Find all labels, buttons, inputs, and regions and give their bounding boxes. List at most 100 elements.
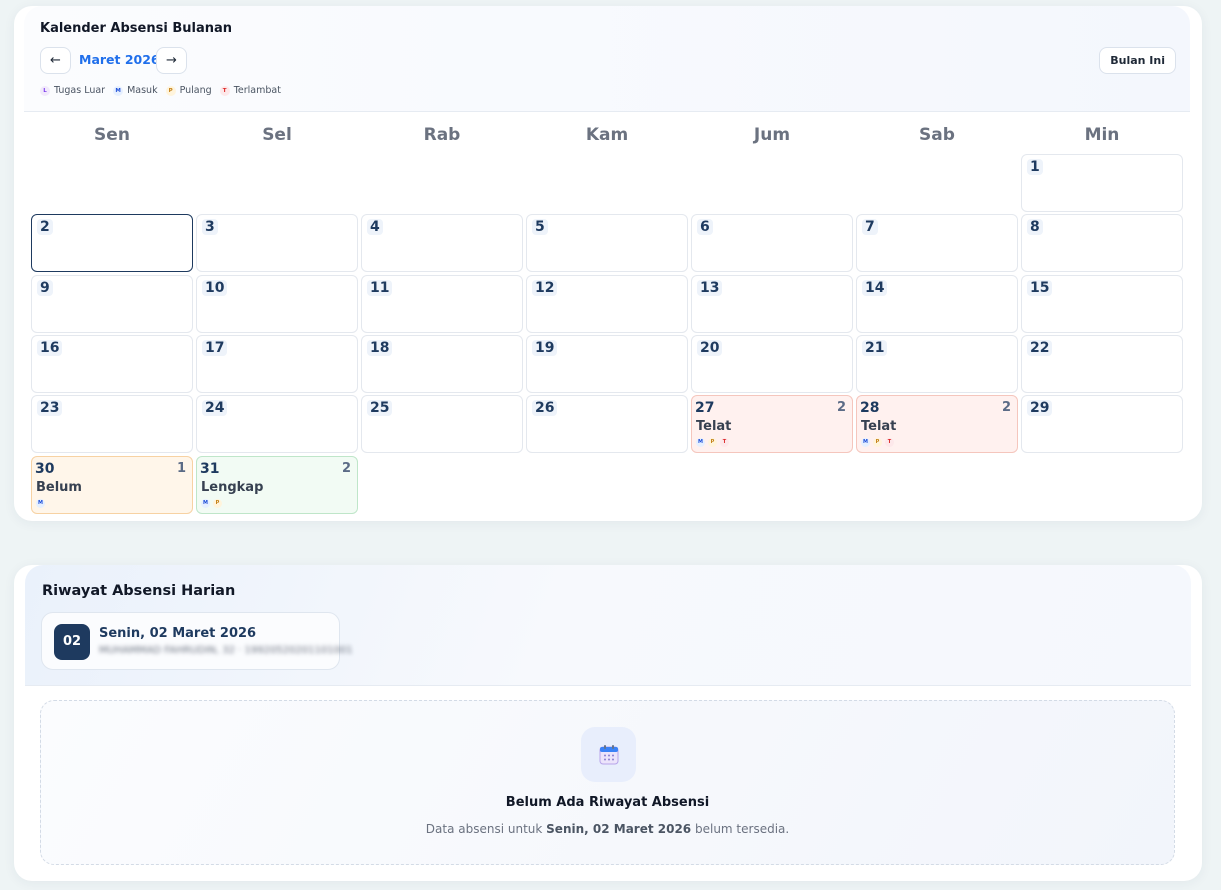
calendar-day-30[interactable]: 30 1 Belum M — [31, 455, 193, 514]
calendar-day-14[interactable]: 14 — [856, 274, 1018, 333]
day-number: 9 — [37, 279, 53, 296]
day-number: 27 — [695, 400, 715, 417]
calendar-day-11[interactable]: 11 — [361, 274, 523, 333]
weekday-sel: Sel — [262, 125, 292, 145]
calendar-day-13[interactable]: 13 — [691, 274, 853, 333]
legend-dot: M — [113, 85, 124, 96]
calendar-day-4[interactable]: 4 — [361, 214, 523, 273]
day-number: 3 — [202, 219, 218, 236]
calendar-card: Kalender Absensi Bulanan ← Maret 2026 → … — [14, 6, 1202, 521]
attendance-count: 2 — [341, 460, 351, 476]
marker-t: T — [885, 438, 894, 448]
weekday-sen: Sen — [94, 125, 130, 145]
day-number: 24 — [202, 400, 228, 417]
marker-p: P — [708, 438, 717, 448]
calendar-day-7[interactable]: 7 — [856, 214, 1018, 273]
calendar-day-28[interactable]: 28 2 Telat M P T — [856, 395, 1018, 454]
marker-m: M — [696, 438, 705, 448]
calendar-day-2[interactable]: 2 — [31, 214, 193, 273]
attendance-markers: M — [36, 498, 45, 508]
empty-state-title: Belum Ada Riwayat Absensi — [505, 795, 710, 810]
empty-state-description: Data absensi untuk Senin, 02 Maret 2026 … — [41, 822, 1174, 836]
calendar-day-25[interactable]: 25 — [361, 395, 523, 454]
day-number: 19 — [532, 339, 558, 356]
calendar-day-15[interactable]: 15 — [1021, 274, 1183, 333]
day-number: 7 — [862, 219, 878, 236]
history-title: Riwayat Absensi Harian — [42, 583, 236, 599]
day-status: Belum — [36, 479, 82, 495]
calendar-day-26[interactable]: 26 — [526, 395, 688, 454]
calendar-day-18[interactable]: 18 — [361, 334, 523, 393]
day-status: Lengkap — [201, 479, 264, 495]
attendance-markers: MP — [201, 498, 222, 508]
calendar-day-31[interactable]: 31 2 Lengkap M P — [196, 455, 358, 514]
day-number: 28 — [860, 400, 880, 417]
calendar-day-8[interactable]: 8 — [1021, 214, 1183, 273]
day-number: 20 — [697, 339, 723, 356]
legend-label: Tugas Luar — [54, 85, 106, 96]
calendar-day-3[interactable]: 3 — [196, 214, 358, 273]
month-label: Maret 2026 — [79, 52, 160, 67]
day-number: 1 — [1027, 159, 1043, 175]
empty-state: Belum Ada Riwayat Absensi Data absensi u… — [40, 700, 1175, 865]
day-number: 26 — [532, 400, 558, 417]
day-number: 5 — [532, 219, 548, 236]
calendar-day-27[interactable]: 27 2 Telat M P T — [691, 395, 853, 454]
day-number: 2 — [37, 219, 53, 236]
calendar-day-9[interactable]: 9 — [31, 274, 193, 333]
next-month-button[interactable]: → — [156, 47, 187, 74]
legend-item-pulang: P Pulang — [165, 85, 212, 96]
calendar-day-12[interactable]: 12 — [526, 274, 688, 333]
calendar-day-29[interactable]: 29 — [1021, 395, 1183, 454]
legend-dot: L — [40, 85, 50, 96]
legend-item-tugas-luar: L Tugas Luar — [40, 85, 105, 96]
calendar-day-16[interactable]: 16 — [31, 334, 193, 393]
attendance-count: 2 — [1001, 400, 1011, 416]
day-status: Telat — [861, 419, 897, 435]
legend-item-terlambat: T Terlambat — [219, 85, 281, 96]
day-number: 23 — [37, 400, 63, 417]
calendar-day-10[interactable]: 10 — [196, 274, 358, 333]
calendar-header: Kalender Absensi Bulanan ← Maret 2026 → … — [24, 6, 1190, 112]
employee-info: MUHAMMAD FAHRUDIN, 32 · 1992052020110100… — [99, 645, 353, 656]
day-number: 25 — [367, 400, 393, 417]
day-number: 14 — [862, 279, 888, 296]
calendar-day-21[interactable]: 21 — [856, 334, 1018, 393]
calendar-day-19[interactable]: 19 — [526, 334, 688, 393]
selected-date-label: Senin, 02 Maret 2026 — [99, 626, 257, 641]
calendar-day-20[interactable]: 20 — [691, 334, 853, 393]
current-month-button[interactable]: Bulan Ini — [1099, 47, 1176, 74]
empty-desc-after: belum tersedia. — [691, 822, 790, 836]
weekday-jum: Jum — [753, 125, 791, 145]
legend-label: Pulang — [179, 85, 212, 96]
attendance-count: 2 — [836, 400, 846, 416]
calendar-day-5[interactable]: 5 — [526, 214, 688, 273]
day-number: 16 — [37, 339, 63, 356]
history-card: Riwayat Absensi Harian 02 Senin, 02 Mare… — [14, 565, 1202, 881]
legend-dot: T — [219, 85, 230, 96]
weekday-sab: Sab — [919, 125, 955, 145]
attendance-markers: MPT — [696, 438, 729, 448]
calendar-day-24[interactable]: 24 — [196, 395, 358, 454]
calendar-icon — [581, 727, 636, 782]
day-number: 15 — [1027, 279, 1053, 296]
marker-m: M — [36, 498, 45, 508]
prev-month-button[interactable]: ← — [40, 47, 71, 74]
day-number: 30 — [35, 460, 55, 477]
calendar-day-17[interactable]: 17 — [196, 334, 358, 393]
history-header: Riwayat Absensi Harian 02 Senin, 02 Mare… — [25, 565, 1191, 686]
calendar-day-6[interactable]: 6 — [691, 214, 853, 273]
day-number: 13 — [697, 279, 723, 296]
legend-label: Masuk — [127, 85, 158, 96]
day-number: 17 — [202, 339, 228, 356]
calendar-day-1[interactable]: 1 — [1021, 154, 1183, 212]
legend-dot: P — [165, 85, 176, 96]
marker-m: M — [861, 438, 870, 448]
selected-date-card: 02 Senin, 02 Maret 2026 MUHAMMAD FAHRUDI… — [41, 612, 353, 670]
marker-p: P — [873, 438, 882, 448]
day-number: 22 — [1027, 339, 1053, 356]
calendar-day-22[interactable]: 22 — [1021, 334, 1183, 393]
empty-desc-date: Senin, 02 Maret 2026 — [546, 822, 692, 836]
day-number: 11 — [367, 279, 393, 296]
calendar-day-23[interactable]: 23 — [31, 395, 193, 454]
